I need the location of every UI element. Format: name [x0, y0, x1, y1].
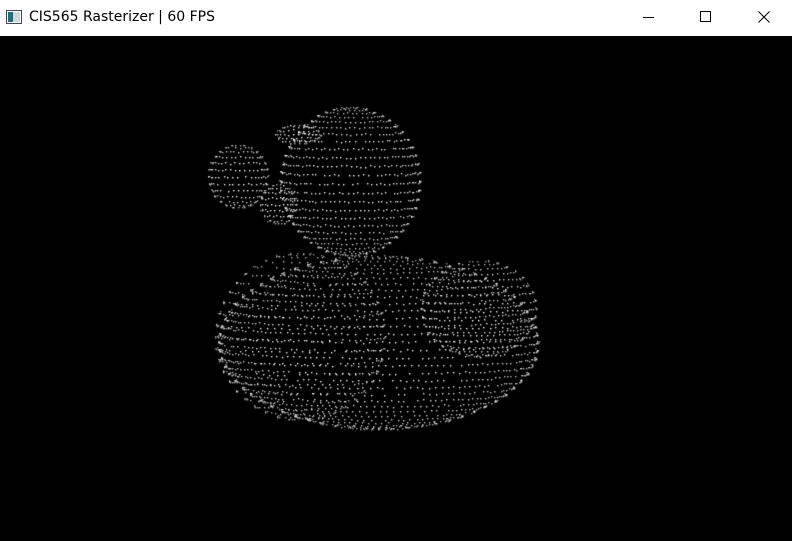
- window-title: CIS565 Rasterizer | 60 FPS: [29, 9, 215, 25]
- application-window: CIS565 Rasterizer | 60 FPS: [0, 0, 792, 541]
- close-button[interactable]: [735, 0, 792, 33]
- title-bar[interactable]: CIS565 Rasterizer | 60 FPS: [0, 0, 792, 36]
- close-icon: [758, 10, 770, 23]
- minimize-icon: [643, 16, 654, 18]
- minimize-button[interactable]: [620, 0, 678, 33]
- app-window-icon: [6, 10, 22, 24]
- render-viewport[interactable]: [0, 36, 792, 541]
- point-cloud-duck: [0, 36, 792, 541]
- maximize-button[interactable]: [677, 0, 735, 33]
- maximize-icon: [700, 10, 711, 22]
